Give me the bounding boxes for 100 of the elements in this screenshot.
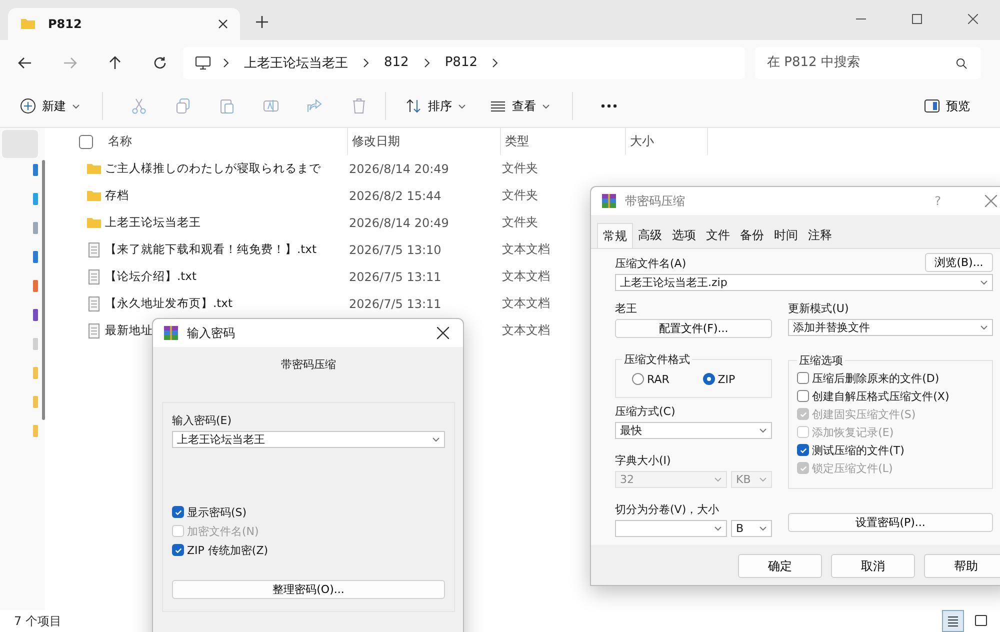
chevron-icon[interactable] bbox=[223, 58, 229, 68]
update-mode-dropdown[interactable]: 添加并替换文件 bbox=[788, 319, 993, 336]
chevron-icon[interactable] bbox=[363, 58, 369, 68]
monitor-icon bbox=[195, 54, 211, 70]
method-dropdown[interactable]: 最快 bbox=[615, 422, 772, 439]
dialog-tab[interactable]: 选项 bbox=[667, 223, 701, 248]
paste-icon[interactable] bbox=[219, 98, 235, 114]
share-icon[interactable] bbox=[307, 98, 323, 114]
view-button[interactable]: 查看 bbox=[484, 94, 556, 118]
file-name[interactable]: 存档 bbox=[105, 188, 129, 203]
address-bar[interactable]: 上老王论坛当老王 812 P812 bbox=[183, 46, 745, 78]
copy-icon[interactable] bbox=[175, 98, 191, 114]
document-icon bbox=[86, 268, 102, 284]
column-header[interactable]: 修改日期 bbox=[348, 128, 501, 155]
dialog-button[interactable]: 帮助 bbox=[924, 554, 1000, 578]
file-name[interactable]: 【来了就能下载和观看！纯免费！】.txt bbox=[105, 242, 316, 257]
caret-icon[interactable] bbox=[980, 325, 988, 330]
file-name[interactable]: 【论坛介绍】.txt bbox=[105, 269, 196, 284]
dialog-tab[interactable]: 备份 bbox=[735, 223, 769, 248]
rename-icon[interactable] bbox=[263, 98, 279, 114]
more-icon[interactable] bbox=[601, 104, 617, 108]
dialog-tab[interactable]: 时间 bbox=[769, 223, 803, 248]
close-icon[interactable] bbox=[968, 14, 978, 24]
unit-dropdown[interactable]: B bbox=[731, 520, 772, 537]
breadcrumb-item[interactable]: 812 bbox=[381, 55, 412, 70]
cut-icon[interactable] bbox=[131, 98, 147, 114]
file-name[interactable]: 【永久地址发布页】.txt bbox=[105, 296, 232, 311]
organize-passwords-button[interactable]: 整理密码(O)... bbox=[172, 580, 445, 599]
close-icon[interactable] bbox=[437, 327, 449, 339]
caret-icon[interactable] bbox=[714, 477, 722, 482]
field-label: 更新模式(U) bbox=[788, 301, 850, 316]
checkbox[interactable] bbox=[172, 544, 184, 556]
breadcrumb-item[interactable]: P812 bbox=[442, 55, 480, 70]
checkbox-label: 显示密码(S) bbox=[187, 504, 247, 520]
checkbox-label: 添加恢复记录(E) bbox=[812, 424, 894, 440]
group-title: 压缩文件格式 bbox=[623, 352, 691, 367]
caret-icon[interactable] bbox=[432, 437, 440, 442]
details-view-icon[interactable] bbox=[942, 610, 964, 632]
tiles-view-icon[interactable] bbox=[974, 614, 988, 628]
dialog-tab[interactable]: 高级 bbox=[633, 223, 667, 248]
search-field[interactable]: 在 P812 中搜索 bbox=[755, 46, 981, 78]
modified-date: 2026/8/14 20:49 bbox=[349, 162, 450, 176]
select-all-checkbox[interactable] bbox=[79, 134, 93, 148]
radio-button[interactable] bbox=[632, 373, 644, 385]
dialog-button[interactable]: 确定 bbox=[738, 554, 822, 578]
sort-button[interactable]: 排序 bbox=[400, 94, 472, 118]
caret-icon[interactable] bbox=[759, 428, 768, 433]
forward-icon[interactable] bbox=[63, 56, 77, 70]
archive-icon bbox=[601, 193, 617, 209]
checkbox-label: ZIP 传统加密(Z) bbox=[187, 542, 268, 558]
caret-icon[interactable] bbox=[714, 526, 722, 531]
explorer-tab[interactable]: P812 bbox=[8, 8, 240, 40]
group-title: 压缩选项 bbox=[798, 353, 844, 368]
file-name[interactable]: ご主人様推しのわたしが寝取られるまで bbox=[105, 161, 321, 176]
chevron-icon[interactable] bbox=[424, 58, 430, 68]
preview-button[interactable]: 预览 bbox=[918, 94, 976, 118]
column-header[interactable]: 名称 bbox=[104, 128, 348, 155]
chevron-icon[interactable] bbox=[492, 58, 498, 68]
caret-icon[interactable] bbox=[980, 280, 988, 285]
dialog-heading: 带密码压缩 bbox=[280, 357, 337, 372]
document-icon bbox=[86, 296, 102, 312]
back-icon[interactable] bbox=[18, 56, 32, 70]
checkbox[interactable] bbox=[797, 444, 810, 456]
checkbox[interactable] bbox=[797, 372, 810, 384]
checkbox[interactable] bbox=[172, 506, 184, 518]
caret-icon bbox=[72, 104, 80, 108]
checkbox[interactable] bbox=[797, 390, 810, 402]
caret-icon[interactable] bbox=[759, 526, 768, 531]
tab-title: P812 bbox=[48, 17, 83, 31]
checkbox-label: 压缩后删除原来的文件(D) bbox=[812, 370, 940, 386]
dialog-title: 带密码压缩 bbox=[625, 192, 685, 210]
radio-button[interactable] bbox=[702, 373, 715, 385]
file-name[interactable]: 最新地址 bbox=[105, 323, 153, 338]
column-header[interactable]: 大小 bbox=[626, 128, 708, 155]
dialog-button[interactable]: 取消 bbox=[831, 554, 915, 578]
refresh-icon[interactable] bbox=[153, 56, 167, 70]
dialog-tab[interactable]: 常规 bbox=[597, 223, 633, 248]
radio-label: RAR bbox=[647, 372, 670, 386]
file-name[interactable]: 上老王论坛当老王 bbox=[105, 215, 201, 230]
close-icon[interactable] bbox=[218, 19, 228, 29]
archive-name-field[interactable]: 上老王论坛当老王.zip bbox=[615, 274, 993, 291]
password-field[interactable]: 上老王论坛当老王 bbox=[172, 431, 445, 448]
modified-date: 2026/7/5 13:10 bbox=[349, 242, 442, 256]
set-password-button[interactable]: 设置密码(P)... bbox=[788, 513, 993, 532]
modified-date: 2026/7/5 13:11 bbox=[349, 270, 442, 284]
maximize-icon[interactable] bbox=[912, 14, 922, 24]
breadcrumb-item[interactable]: 上老王论坛当老王 bbox=[241, 54, 351, 72]
scrollbar[interactable] bbox=[42, 160, 45, 420]
delete-icon[interactable] bbox=[351, 98, 367, 114]
profile-button[interactable]: 配置文件(F)... bbox=[615, 319, 772, 338]
column-header[interactable]: 类型 bbox=[501, 128, 626, 155]
browse-button[interactable]: 浏览(B)... bbox=[925, 253, 993, 272]
dialog-tab[interactable]: 注释 bbox=[803, 223, 837, 248]
modified-date: 2026/8/2 15:44 bbox=[349, 188, 442, 202]
up-icon[interactable] bbox=[108, 56, 122, 70]
caret-icon[interactable] bbox=[759, 477, 768, 482]
new-tab-icon[interactable] bbox=[256, 16, 268, 28]
dialog-tab[interactable]: 文件 bbox=[701, 223, 735, 248]
new-button[interactable]: 新建 bbox=[14, 94, 86, 118]
file-type: 文件夹 bbox=[502, 214, 538, 231]
